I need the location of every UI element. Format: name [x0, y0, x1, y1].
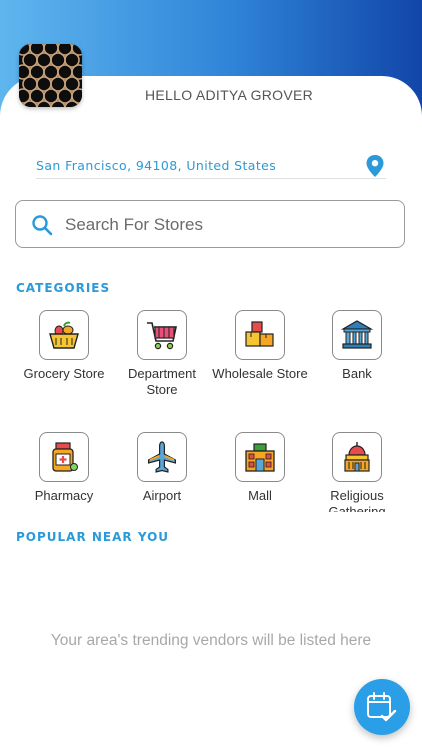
shopping-cart-icon	[137, 310, 187, 360]
location-pin-icon	[366, 155, 384, 177]
bank-icon	[332, 310, 382, 360]
category-label: Airport	[142, 488, 182, 503]
category-pharmacy[interactable]: Pharmacy	[15, 432, 113, 504]
category-wholesale-store[interactable]: Wholesale Store	[211, 310, 309, 382]
airplane-icon	[137, 432, 187, 482]
popular-heading: POPULAR NEAR YOU	[16, 530, 170, 544]
category-bank[interactable]: Bank	[308, 310, 406, 382]
category-label: Mall	[248, 488, 272, 503]
religious-building-icon	[332, 432, 382, 482]
calendar-check-icon	[367, 692, 397, 722]
search-bar[interactable]	[15, 200, 405, 248]
medicine-bottle-icon	[39, 432, 89, 482]
category-grocery-store[interactable]: Grocery Store	[15, 310, 113, 382]
search-input[interactable]	[63, 211, 387, 239]
category-label: Grocery Store	[23, 366, 105, 381]
category-label: Wholesale Store	[212, 366, 308, 381]
category-mall[interactable]: Mall	[211, 432, 309, 504]
category-label: Pharmacy	[34, 488, 94, 503]
category-label: Religious Gathering	[328, 488, 386, 512]
boxes-icon	[235, 310, 285, 360]
category-religious-gathering[interactable]: Religious Gathering	[308, 432, 406, 512]
category-label: Bank	[342, 366, 372, 381]
greeting-text: HELLO ADITYA GROVER	[145, 87, 314, 103]
search-icon	[32, 215, 53, 236]
location-selector[interactable]: San Francisco, 94108, United States	[36, 150, 386, 179]
category-label: Department Store	[128, 366, 196, 397]
calendar-fab-button[interactable]	[354, 679, 410, 735]
category-department-store[interactable]: Department Store	[113, 310, 211, 398]
grocery-basket-icon	[39, 310, 89, 360]
mall-building-icon	[235, 432, 285, 482]
categories-heading: CATEGORIES	[16, 281, 111, 295]
avatar[interactable]	[19, 44, 82, 107]
location-text: San Francisco, 94108, United States	[36, 158, 277, 173]
category-airport[interactable]: Airport	[113, 432, 211, 504]
empty-state-message: Your area's trending vendors will be lis…	[50, 632, 372, 649]
